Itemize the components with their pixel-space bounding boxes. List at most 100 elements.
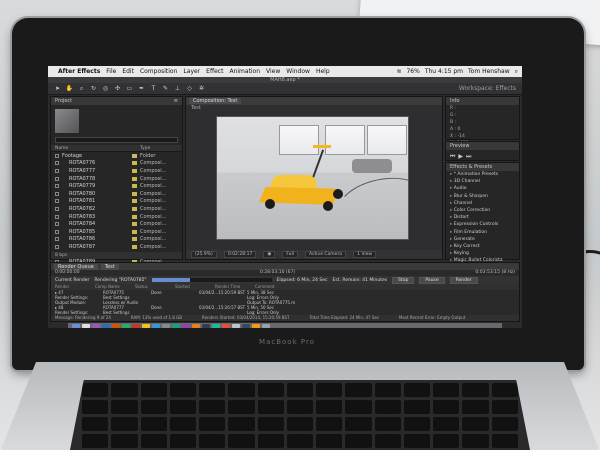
menu-effect[interactable]: Effect [206, 68, 223, 75]
effects-category[interactable]: Distort [446, 214, 519, 221]
render-button[interactable]: Render [449, 276, 478, 284]
effects-category[interactable]: Expression Controls [446, 221, 519, 228]
workspace-selector[interactable]: Workspace: Effects [459, 85, 516, 92]
battery-status[interactable]: 76% [406, 68, 419, 75]
label-color-swatch[interactable] [132, 168, 137, 173]
dock-app-icon[interactable] [242, 323, 250, 328]
resolution-select[interactable]: Full [282, 251, 299, 258]
app-menu[interactable]: After Effects [58, 68, 100, 75]
play-icon[interactable]: ▶ [458, 153, 463, 161]
dock-app-icon[interactable] [182, 323, 190, 328]
dock-app-icon[interactable] [262, 323, 270, 328]
menu-edit[interactable]: Edit [122, 68, 134, 75]
dock-app-icon[interactable] [192, 323, 200, 328]
label-color-swatch[interactable] [132, 176, 137, 181]
label-color-swatch[interactable] [132, 229, 137, 234]
info-panel-header[interactable]: Info [446, 97, 519, 105]
column-name[interactable]: Name [55, 146, 140, 151]
preview-panel-header[interactable]: Preview [446, 142, 519, 150]
tab-test-timeline[interactable]: Test [100, 263, 119, 270]
clock[interactable]: Thu 4:15 pm [425, 68, 463, 75]
project-item-row[interactable]: ROTA0776 Composi... [51, 160, 182, 168]
current-time[interactable]: 0:02:28:17 [223, 251, 257, 258]
label-color-swatch[interactable] [132, 244, 137, 249]
dock-app-icon[interactable] [92, 323, 100, 328]
dock-app-icon[interactable] [112, 323, 120, 328]
user-name[interactable]: Tom Henshaw [468, 68, 510, 75]
camera-tool-icon[interactable]: ◎ [102, 85, 109, 92]
project-item-row[interactable]: ROTA0783 Composi... [51, 213, 182, 221]
eraser-tool-icon[interactable]: ◇ [186, 85, 193, 92]
wifi-icon[interactable]: ≋ [396, 68, 401, 75]
text-tool-icon[interactable]: T [150, 85, 157, 92]
menu-help[interactable]: Help [316, 68, 330, 75]
rotate-tool-icon[interactable]: ↻ [90, 85, 97, 92]
column-type[interactable]: Type [140, 146, 178, 151]
hand-tool-icon[interactable]: ✋ [66, 85, 73, 92]
dock-app-icon[interactable] [122, 323, 130, 328]
pen-tool-icon[interactable]: ✒ [138, 85, 145, 92]
project-item-row[interactable]: ROTA0781 Composi... [51, 198, 182, 206]
effects-category[interactable]: Generate [446, 236, 519, 243]
camera-select[interactable]: Active Camera [305, 251, 347, 258]
label-color-swatch[interactable] [132, 161, 137, 166]
project-panel-header[interactable]: Project ≡ [51, 97, 182, 105]
project-item-row[interactable]: ROTA0785 Composi... [51, 228, 182, 236]
pan-behind-tool-icon[interactable]: ✣ [114, 85, 121, 92]
stamp-tool-icon[interactable]: ⊥ [174, 85, 181, 92]
dock-app-icon[interactable] [72, 323, 80, 328]
menu-animation[interactable]: Animation [229, 68, 260, 75]
menu-layer[interactable]: Layer [183, 68, 200, 75]
dock-app-icon[interactable] [212, 323, 220, 328]
panel-menu-icon[interactable]: ≡ [174, 97, 178, 105]
tab-composition-test[interactable]: Composition: Test [189, 98, 242, 104]
label-color-swatch[interactable] [132, 153, 137, 158]
rectangle-tool-icon[interactable]: ▭ [126, 85, 133, 92]
menu-file[interactable]: File [106, 68, 116, 75]
bit-depth-button[interactable]: 8 bpc [51, 252, 182, 259]
dock-app-icon[interactable] [202, 323, 210, 328]
menu-window[interactable]: Window [286, 68, 310, 75]
label-color-swatch[interactable] [132, 237, 137, 242]
last-frame-icon[interactable]: ⏭ [466, 153, 471, 161]
project-item-row[interactable]: ROTA0777 Composi... [51, 167, 182, 175]
first-frame-icon[interactable]: ⏮ [450, 153, 455, 161]
dock-app-icon[interactable] [102, 323, 110, 328]
dock-app-icon[interactable] [252, 323, 260, 328]
camera-snapshot-icon[interactable]: ◉ [263, 251, 276, 258]
dock-app-icon[interactable] [222, 323, 230, 328]
label-color-swatch[interactable] [132, 184, 137, 189]
effects-category[interactable]: Color Correction [446, 207, 519, 214]
effects-panel-header[interactable]: Effects & Presets [446, 163, 519, 171]
label-color-swatch[interactable] [132, 222, 137, 227]
effects-category[interactable]: Audio [446, 185, 519, 192]
view-layout-select[interactable]: 1 View [353, 251, 377, 258]
pause-button[interactable]: Pause [419, 276, 445, 284]
search-icon[interactable]: ⌕ [515, 68, 518, 76]
label-color-swatch[interactable] [132, 214, 137, 219]
dock-app-icon[interactable] [132, 323, 140, 328]
project-item-row[interactable]: ROTA0780 Composi... [51, 190, 182, 198]
stop-button[interactable]: Stop [392, 276, 415, 284]
label-color-swatch[interactable] [132, 191, 137, 196]
dock-app-icon[interactable] [232, 323, 240, 328]
menu-view[interactable]: View [266, 68, 280, 75]
effects-category[interactable]: Keying [446, 250, 519, 257]
menu-composition[interactable]: Composition [140, 68, 177, 75]
brush-tool-icon[interactable]: ✎ [162, 85, 169, 92]
dock-app-icon[interactable] [142, 323, 150, 328]
dock-app-icon[interactable] [162, 323, 170, 328]
project-item-row[interactable]: ROTA0778 Composi... [51, 175, 182, 183]
label-color-swatch[interactable] [132, 199, 137, 204]
selection-tool-icon[interactable]: ➤ [54, 85, 61, 92]
composition-breadcrumb[interactable]: Test [186, 105, 442, 112]
dock-app-icon[interactable] [82, 323, 90, 328]
effects-category[interactable]: Channel [446, 200, 519, 207]
effects-category[interactable]: Film Emulation [446, 229, 519, 236]
zoom-select[interactable]: (25.9%) [191, 251, 217, 258]
effects-category[interactable]: Blur & Sharpen [446, 193, 519, 200]
project-item-row[interactable]: ROTA0786 Composi... [51, 236, 182, 244]
zoom-tool-icon[interactable]: ⌕ [78, 85, 85, 92]
puppet-tool-icon[interactable]: ✲ [198, 85, 205, 92]
effects-category[interactable]: Key Correct [446, 243, 519, 250]
